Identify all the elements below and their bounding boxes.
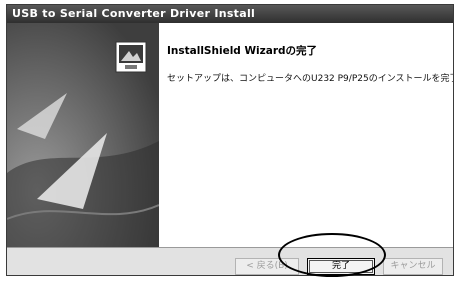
button-bar: < 戻る(B) 完了 キャンセル xyxy=(7,247,453,275)
wizard-side-panel xyxy=(7,23,159,247)
back-button[interactable]: < 戻る(B) xyxy=(235,258,299,275)
cancel-button[interactable]: キャンセル xyxy=(383,258,443,275)
wizard-text-area: InstallShield Wizardの完了 セットアップは、コンピュータへの… xyxy=(167,23,453,247)
wizard-content: InstallShield Wizardの完了 セットアップは、コンピュータへの… xyxy=(7,23,453,247)
installer-window: USB to Serial Converter Driver Install I… xyxy=(6,4,454,276)
completion-message: セットアップは、コンピュータへのU232 P9/P25のインストールを完了しまし… xyxy=(167,74,453,84)
finish-button[interactable]: 完了 xyxy=(307,258,375,275)
page-title: InstallShield Wizardの完了 xyxy=(167,45,318,57)
installer-monitor-icon xyxy=(115,41,147,73)
title-bar: USB to Serial Converter Driver Install xyxy=(7,5,453,23)
